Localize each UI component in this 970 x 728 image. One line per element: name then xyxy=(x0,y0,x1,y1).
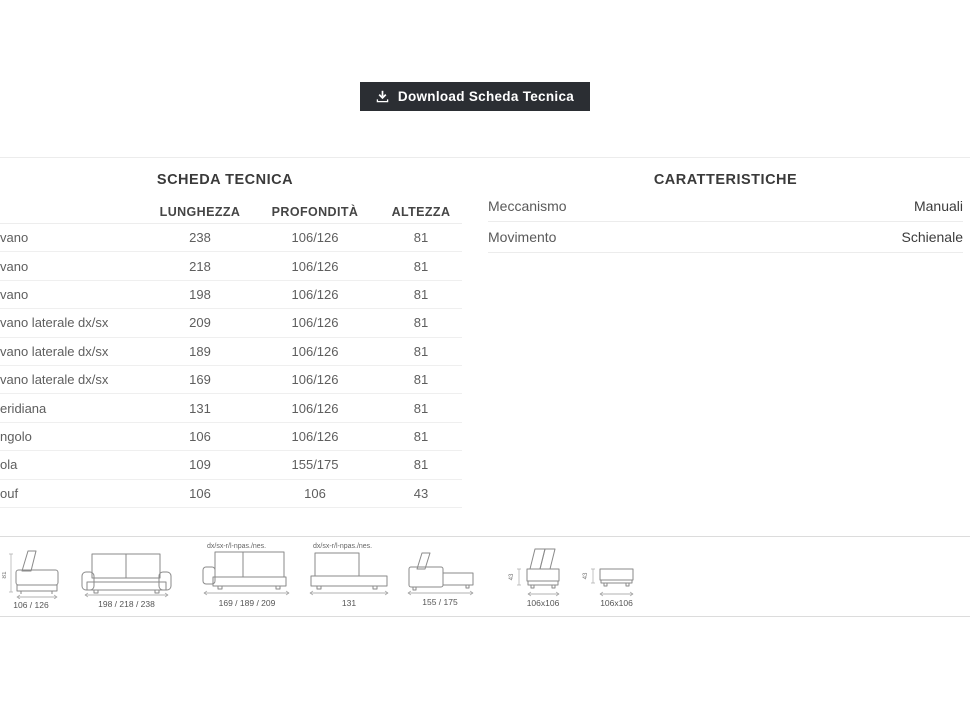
row-label: eridiana xyxy=(0,401,150,416)
spec-table-header: LUNGHEZZA PROFONDITÀ ALTEZZA xyxy=(0,201,462,224)
diagram-height-label: 81 xyxy=(2,571,8,579)
table-row: vano laterale dx/sx 189 106/126 81 xyxy=(0,338,462,366)
diagram-dimension: 169 / 189 / 209 xyxy=(201,598,293,608)
product-spec-page: Download Scheda Tecnica SCHEDA TECNICA L… xyxy=(0,0,970,728)
row-altezza: 81 xyxy=(380,372,462,387)
list-item: Meccanismo Manuali xyxy=(488,191,963,222)
diagram-sofa-one-arm: dx/sx-r/l-npas./nes. 169 / 189 / 209 xyxy=(201,543,293,608)
angolo-icon: 43 xyxy=(496,547,562,597)
row-label: ngolo xyxy=(0,429,150,444)
download-scheda-tecnica-button[interactable]: Download Scheda Tecnica xyxy=(360,82,590,111)
table-row: ngolo 106 106/126 81 xyxy=(0,423,462,451)
caratteristiche-section: CARATTERISTICHE Meccanismo Manuali Movim… xyxy=(488,172,963,253)
row-profondita: 106/126 xyxy=(250,230,380,245)
row-label: vano xyxy=(0,287,150,302)
diagram-strip: 81 106 / 126 198 / 218 xyxy=(0,536,970,617)
diagram-height-label: 43 xyxy=(509,573,515,580)
diagram-pouf: 43 106x106 xyxy=(574,547,636,608)
diagram-dimension: 106x106 xyxy=(524,598,562,608)
char-label-movimento: Movimento xyxy=(488,229,556,245)
diagram-dimension: 106 / 126 xyxy=(2,600,60,610)
top-separator xyxy=(0,157,970,158)
row-profondita: 106 xyxy=(250,486,380,501)
caratteristiche-rows: Meccanismo Manuali Movimento Schienale xyxy=(488,191,963,253)
table-row: vano 238 106/126 81 xyxy=(0,224,462,252)
diagram-meridiana: dx/sx-r/l-npas./nes. 131 xyxy=(307,543,391,608)
spec-table: LUNGHEZZA PROFONDITÀ ALTEZZA vano 238 10… xyxy=(0,201,462,508)
row-label: ouf xyxy=(0,486,150,501)
row-label: vano xyxy=(0,230,150,245)
scheda-tecnica-title: SCHEDA TECNICA xyxy=(0,172,450,188)
row-label: vano laterale dx/sx xyxy=(0,315,150,330)
row-profondita: 106/126 xyxy=(250,315,380,330)
row-altezza: 81 xyxy=(380,429,462,444)
download-icon xyxy=(376,90,389,103)
row-profondita: 106/126 xyxy=(250,259,380,274)
sofa-front-icon xyxy=(79,552,174,598)
row-lunghezza: 189 xyxy=(150,344,250,359)
char-label-meccanismo: Meccanismo xyxy=(488,198,567,214)
diagram-variant-label: dx/sx-r/l-npas./nes. xyxy=(313,543,391,550)
spec-col-altezza: ALTEZZA xyxy=(380,205,462,219)
row-label: vano xyxy=(0,259,150,274)
diagram-sofa-front: 198 / 218 / 238 xyxy=(79,552,174,609)
list-item: Movimento Schienale xyxy=(488,222,963,253)
row-label: vano laterale dx/sx xyxy=(0,372,150,387)
row-lunghezza: 109 xyxy=(150,457,250,472)
row-label: vano laterale dx/sx xyxy=(0,344,150,359)
row-altezza: 81 xyxy=(380,230,462,245)
row-altezza: 43 xyxy=(380,486,462,501)
diagram-dimension: 106x106 xyxy=(597,598,636,608)
pouf-icon: 43 xyxy=(574,547,636,597)
row-altezza: 81 xyxy=(380,401,462,416)
table-row: vano 198 106/126 81 xyxy=(0,281,462,309)
spec-table-body: vano 238 106/126 81 vano 218 106/126 81 … xyxy=(0,224,462,508)
scheda-tecnica-section: SCHEDA TECNICA LUNGHEZZA PROFONDITÀ ALTE… xyxy=(0,172,462,508)
table-row: eridiana 131 106/126 81 xyxy=(0,394,462,422)
diagram-height-label: 43 xyxy=(583,572,589,579)
row-lunghezza: 198 xyxy=(150,287,250,302)
table-row: ouf 106 106 43 xyxy=(0,480,462,508)
row-label: ola xyxy=(0,457,150,472)
diagram-angolo: 43 106x106 xyxy=(496,547,562,608)
row-lunghezza: 106 xyxy=(150,486,250,501)
row-altezza: 81 xyxy=(380,259,462,274)
row-altezza: 81 xyxy=(380,287,462,302)
table-row: vano 218 106/126 81 xyxy=(0,252,462,280)
row-lunghezza: 169 xyxy=(150,372,250,387)
char-value-meccanismo: Manuali xyxy=(914,198,963,214)
row-profondita: 106/126 xyxy=(250,344,380,359)
diagram-penisola: 155 / 175 xyxy=(404,552,476,607)
row-altezza: 81 xyxy=(380,457,462,472)
row-lunghezza: 209 xyxy=(150,315,250,330)
row-profondita: 106/126 xyxy=(250,401,380,416)
caratteristiche-title: CARATTERISTICHE xyxy=(488,172,963,188)
row-altezza: 81 xyxy=(380,315,462,330)
table-row: ola 109 155/175 81 xyxy=(0,451,462,479)
diagram-dimension: 131 xyxy=(307,598,391,608)
row-lunghezza: 131 xyxy=(150,401,250,416)
row-lunghezza: 106 xyxy=(150,429,250,444)
row-profondita: 155/175 xyxy=(250,457,380,472)
row-profondita: 106/126 xyxy=(250,287,380,302)
row-altezza: 81 xyxy=(380,344,462,359)
diagram-dimension: 155 / 175 xyxy=(404,597,476,607)
table-row: vano laterale dx/sx 169 106/126 81 xyxy=(0,366,462,394)
meridiana-icon xyxy=(307,551,391,597)
char-value-movimento: Schienale xyxy=(902,229,964,245)
download-button-label: Download Scheda Tecnica xyxy=(398,89,574,104)
spec-col-lunghezza: LUNGHEZZA xyxy=(150,205,250,219)
sofa-one-arm-icon xyxy=(201,551,293,597)
row-profondita: 106/126 xyxy=(250,372,380,387)
diagram-dimension: 198 / 218 / 238 xyxy=(79,599,174,609)
diagram-variant-label: dx/sx-r/l-npas./nes. xyxy=(207,543,293,550)
sofa-side-view-icon: 81 xyxy=(2,547,60,599)
spec-col-profondita: PROFONDITÀ xyxy=(250,205,380,219)
row-lunghezza: 218 xyxy=(150,259,250,274)
row-profondita: 106/126 xyxy=(250,429,380,444)
table-row: vano laterale dx/sx 209 106/126 81 xyxy=(0,309,462,337)
diagram-sofa-side-view: 81 106 / 126 xyxy=(2,547,60,610)
row-lunghezza: 238 xyxy=(150,230,250,245)
penisola-icon xyxy=(404,552,476,596)
